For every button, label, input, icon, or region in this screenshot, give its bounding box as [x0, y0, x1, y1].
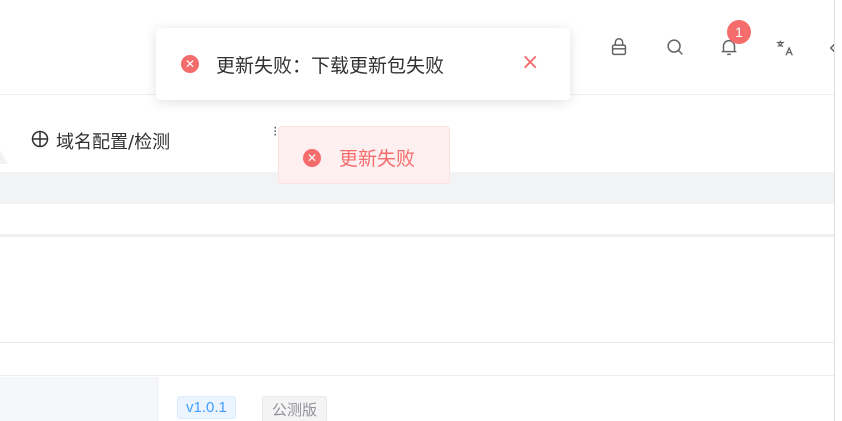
content-panel	[0, 237, 842, 343]
close-icon[interactable]: ×	[521, 50, 539, 75]
tab-more-icon[interactable]: ⁝	[273, 124, 277, 140]
error-circle-icon: ✕	[181, 55, 199, 73]
version-tag: v1.0.1	[177, 396, 236, 419]
info-label-cell	[0, 377, 158, 421]
translate-icon[interactable]	[772, 35, 798, 61]
window-edge	[834, 0, 842, 421]
error-box-message: 更新失败	[339, 148, 416, 170]
error-toast: ✕ 更新失败：下载更新包失败 ×	[156, 28, 570, 100]
lock-icon[interactable]	[606, 34, 632, 60]
tab-corner	[0, 150, 8, 164]
error-message-box: ✕ 更新失败	[278, 126, 450, 184]
tab-label: 域名配置/检测	[56, 132, 171, 153]
channel-tag: 公测版	[262, 396, 328, 421]
section-gap	[0, 344, 842, 376]
spacer-band	[0, 204, 842, 234]
notification-badge: 1	[727, 20, 751, 44]
search-icon[interactable]	[662, 34, 688, 60]
globe-icon	[30, 129, 50, 154]
tab-domain-config[interactable]: 域名配置/检测	[30, 128, 170, 154]
error-circle-icon: ✕	[303, 149, 321, 167]
error-toast-message: 更新失败：下载更新包失败	[216, 55, 445, 77]
